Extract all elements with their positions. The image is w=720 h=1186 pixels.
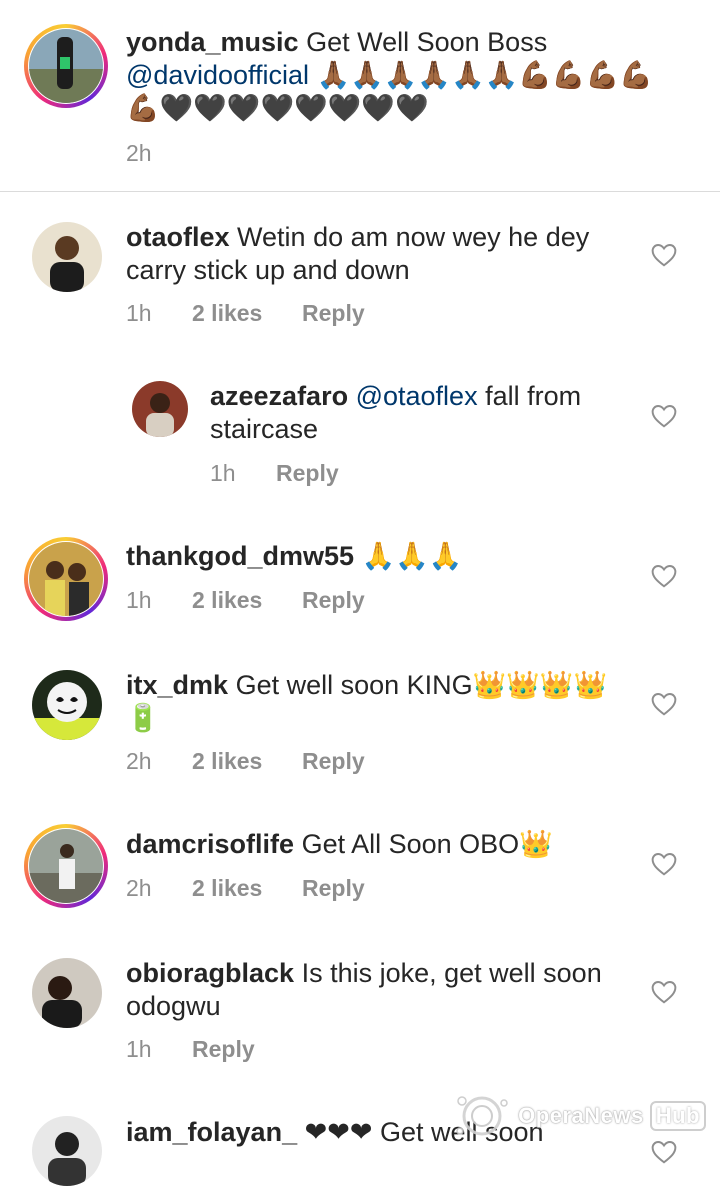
- avatar-thankgod-dmw55: [29, 542, 103, 616]
- likes-count[interactable]: 2 likes: [192, 300, 302, 327]
- username[interactable]: azeezafaro: [210, 381, 348, 411]
- username[interactable]: itx_dmk: [126, 670, 228, 700]
- comment-time: 1h: [126, 299, 152, 326]
- comment-body: azeezafaro @otaoflex fall from staircase: [210, 380, 630, 446]
- reply-button[interactable]: Reply: [302, 587, 365, 614]
- comment-body: thankgod_dmw55 🙏🙏🙏: [126, 540, 646, 573]
- comment-meta: 1h 2 likes Reply: [126, 298, 365, 328]
- comment-text: Get Well Soon Boss: [306, 27, 548, 57]
- username[interactable]: thankgod_dmw55: [126, 541, 354, 571]
- likes-count[interactable]: 2 likes: [192, 875, 302, 902]
- comment-meta: 2h 2 likes Reply: [126, 873, 365, 903]
- comment-body: otaoflex Wetin do am now wey he dey carr…: [126, 221, 616, 287]
- username[interactable]: obioragblack: [126, 958, 294, 988]
- username[interactable]: iam_folayan_: [126, 1117, 297, 1147]
- mention-link[interactable]: @davidoofficial: [126, 60, 309, 90]
- comment-meta: 2h: [126, 138, 152, 168]
- avatar-azeezafaro[interactable]: [132, 381, 188, 437]
- comment-meta: 1h 2 likes Reply: [126, 585, 365, 615]
- likes-count[interactable]: 2 likes: [192, 587, 302, 614]
- comment-time: 2h: [126, 139, 152, 166]
- like-heart-icon[interactable]: [651, 692, 677, 716]
- like-heart-icon[interactable]: [651, 404, 677, 428]
- like-heart-icon[interactable]: [651, 243, 677, 267]
- watermark-hub: Hub: [649, 1101, 706, 1131]
- avatar-yonda-music: [29, 29, 103, 103]
- avatar-itx-dmk[interactable]: [32, 670, 102, 740]
- likes-count[interactable]: 2 likes: [192, 748, 302, 775]
- like-heart-icon[interactable]: [651, 564, 677, 588]
- like-heart-icon[interactable]: [651, 852, 677, 876]
- avatar-obioragblack[interactable]: [32, 958, 102, 1028]
- mention-link[interactable]: @otaoflex: [356, 381, 478, 411]
- watermark-brand: OperaNews: [518, 1103, 644, 1128]
- comment-body: damcrisoflife Get All Soon OBO👑: [126, 828, 646, 861]
- comment-time: 1h: [126, 1035, 152, 1062]
- comment-body: yonda_music Get Well Soon Boss @davidoof…: [126, 26, 686, 125]
- comment-time: 2h: [126, 874, 152, 901]
- avatar-story-ring[interactable]: [24, 537, 108, 621]
- like-heart-icon[interactable]: [651, 980, 677, 1004]
- username[interactable]: otaoflex: [126, 222, 230, 252]
- reply-button[interactable]: Reply: [302, 875, 365, 902]
- reply-button[interactable]: Reply: [192, 1036, 255, 1063]
- avatar-damcrisoflife: [29, 829, 103, 903]
- like-heart-icon[interactable]: [651, 1140, 677, 1164]
- avatar-iam-folayan[interactable]: [32, 1116, 102, 1186]
- opera-news-logo-icon: [456, 1096, 508, 1136]
- opera-news-hub-watermark: OperaNews Hub: [452, 1091, 706, 1141]
- comment-text: Get well soon KING👑👑👑👑: [235, 670, 608, 700]
- divider: [0, 191, 720, 192]
- avatar-otaoflex[interactable]: [32, 222, 102, 292]
- comment-time: 2h: [126, 747, 152, 774]
- comment-meta: 1h Reply: [126, 1034, 255, 1064]
- avatar-story-ring[interactable]: [24, 824, 108, 908]
- comment-meta: 1h Reply: [210, 458, 339, 488]
- comment-text: Get All Soon OBO👑: [301, 829, 553, 859]
- reply-button[interactable]: Reply: [302, 300, 365, 327]
- comment-body: itx_dmk Get well soon KING👑👑👑👑 🔋: [126, 669, 626, 735]
- avatar-story-ring[interactable]: [24, 24, 108, 108]
- comment-body: obioragblack Is this joke, get well soon…: [126, 957, 626, 1023]
- comment-text: 🙏🙏🙏: [361, 541, 463, 571]
- username[interactable]: yonda_music: [126, 27, 299, 57]
- reply-button[interactable]: Reply: [302, 748, 365, 775]
- comment-time: 1h: [210, 459, 236, 486]
- comment-meta: 2h 2 likes Reply: [126, 746, 365, 776]
- username[interactable]: damcrisoflife: [126, 829, 294, 859]
- reply-button[interactable]: Reply: [276, 460, 339, 487]
- battery-emoji: 🔋: [126, 703, 160, 733]
- comment-time: 1h: [126, 586, 152, 613]
